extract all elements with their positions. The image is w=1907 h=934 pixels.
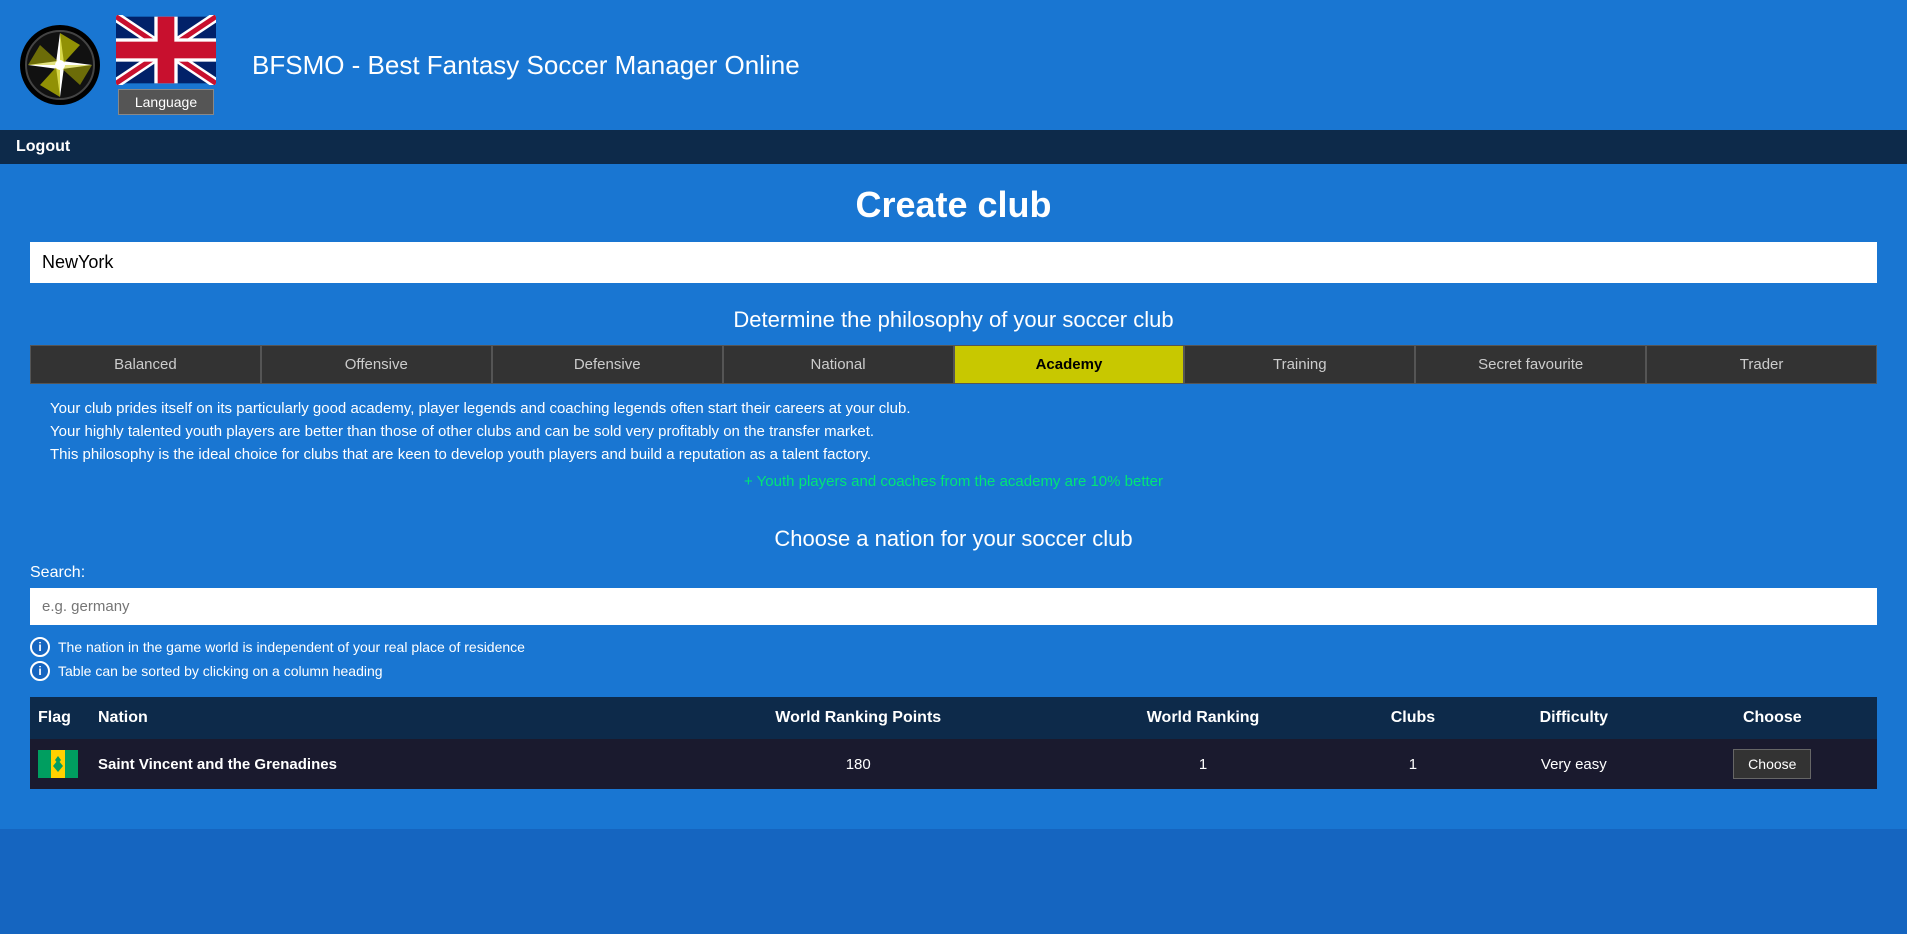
info-icon-1: i xyxy=(30,637,50,657)
table-header: Flag Nation World Ranking Points World R… xyxy=(30,697,1877,739)
philosophy-desc-line-3: This philosophy is the ideal choice for … xyxy=(50,446,1857,463)
world-ranking: 1 xyxy=(1060,739,1346,789)
tab-training[interactable]: Training xyxy=(1184,345,1415,384)
tab-trader[interactable]: Trader xyxy=(1646,345,1877,384)
choose-button[interactable]: Choose xyxy=(1733,749,1811,779)
difficulty: Very easy xyxy=(1480,739,1668,789)
philosophy-bonus: + Youth players and coaches from the aca… xyxy=(50,473,1857,490)
logout-label[interactable]: Logout xyxy=(16,138,70,155)
info-row-1: i The nation in the game world is indepe… xyxy=(30,637,1877,657)
compass-icon xyxy=(24,29,96,101)
language-selector[interactable]: Language xyxy=(116,15,216,115)
philosophy-section-title: Determine the philosophy of your soccer … xyxy=(30,307,1877,333)
logout-bar[interactable]: Logout xyxy=(0,130,1907,164)
table-row: Saint Vincent and the Grenadines 180 1 1… xyxy=(30,739,1877,789)
clubs-count: 1 xyxy=(1346,739,1480,789)
language-button[interactable]: Language xyxy=(118,89,214,115)
site-title: BFSMO - Best Fantasy Soccer Manager Onli… xyxy=(252,50,800,81)
nation-section: Choose a nation for your soccer club Sea… xyxy=(30,526,1877,789)
search-label: Search: xyxy=(30,564,1877,582)
info-icon-2: i xyxy=(30,661,50,681)
world-ranking-points: 180 xyxy=(656,739,1060,789)
col-flag[interactable]: Flag xyxy=(30,697,90,739)
info-text-1: The nation in the game world is independ… xyxy=(58,639,525,655)
col-difficulty[interactable]: Difficulty xyxy=(1480,697,1668,739)
col-choose[interactable]: Choose xyxy=(1668,697,1877,739)
tab-offensive[interactable]: Offensive xyxy=(261,345,492,384)
main-content: Create club Determine the philosophy of … xyxy=(0,164,1907,829)
philosophy-tabs: Balanced Offensive Defensive National Ac… xyxy=(30,345,1877,384)
choose-cell: Choose xyxy=(1668,739,1877,789)
header: Language BFSMO - Best Fantasy Soccer Man… xyxy=(0,0,1907,130)
info-row-2: i Table can be sorted by clicking on a c… xyxy=(30,661,1877,681)
nation-section-title: Choose a nation for your soccer club xyxy=(30,526,1877,552)
search-input[interactable] xyxy=(30,588,1877,625)
col-world-ranking-points[interactable]: World Ranking Points xyxy=(656,697,1060,739)
page-title: Create club xyxy=(30,184,1877,226)
tab-secret-favourite[interactable]: Secret favourite xyxy=(1415,345,1646,384)
philosophy-desc-line-1: Your club prides itself on its particula… xyxy=(50,400,1857,417)
flag-cell xyxy=(30,739,90,789)
philosophy-desc-line-2: Your highly talented youth players are b… xyxy=(50,423,1857,440)
compass-logo xyxy=(20,25,100,105)
philosophy-description: Your club prides itself on its particula… xyxy=(30,384,1877,506)
info-text-2: Table can be sorted by clicking on a col… xyxy=(58,663,383,679)
club-name-input[interactable] xyxy=(30,242,1877,283)
col-clubs[interactable]: Clubs xyxy=(1346,697,1480,739)
tab-defensive[interactable]: Defensive xyxy=(492,345,723,384)
flag-saint-vincent xyxy=(38,750,78,778)
uk-flag xyxy=(116,15,216,85)
col-nation[interactable]: Nation xyxy=(90,697,656,739)
col-world-ranking[interactable]: World Ranking xyxy=(1060,697,1346,739)
tab-national[interactable]: National xyxy=(723,345,954,384)
nation-name: Saint Vincent and the Grenadines xyxy=(90,739,656,789)
tab-academy[interactable]: Academy xyxy=(954,345,1185,384)
tab-balanced[interactable]: Balanced xyxy=(30,345,261,384)
nation-table: Flag Nation World Ranking Points World R… xyxy=(30,697,1877,789)
nation-table-body: Saint Vincent and the Grenadines 180 1 1… xyxy=(30,739,1877,789)
